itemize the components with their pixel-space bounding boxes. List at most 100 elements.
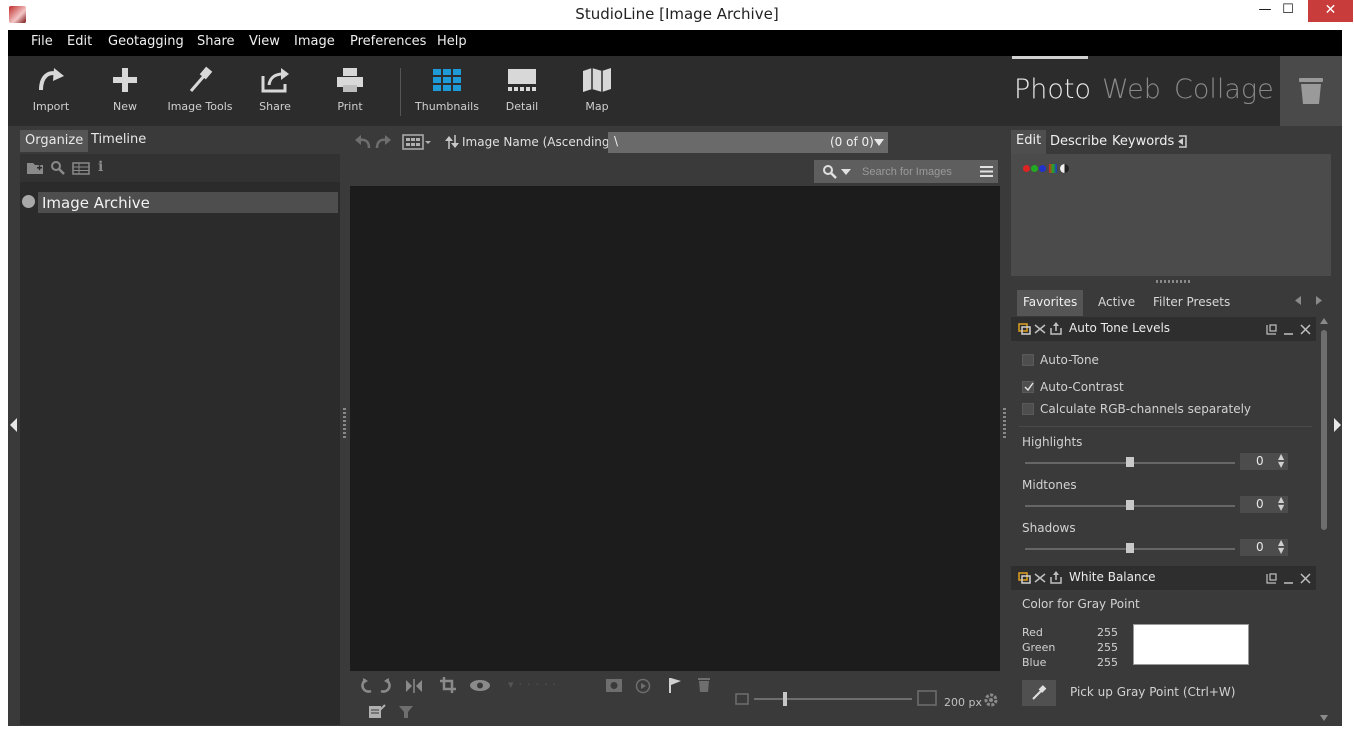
- chevron-down-icon[interactable]: [841, 169, 851, 175]
- filter-icon[interactable]: [399, 705, 413, 719]
- menu-file[interactable]: File: [31, 34, 53, 49]
- pickup-gray-point-button[interactable]: [1022, 680, 1056, 706]
- menu-edit[interactable]: Edit: [67, 34, 92, 49]
- mode-tab-collage[interactable]: Collage: [1174, 74, 1274, 105]
- resize-grip[interactable]: [1156, 280, 1190, 283]
- right-splitter-handle[interactable]: [1003, 408, 1006, 438]
- green-channel-icon[interactable]: [1031, 165, 1038, 172]
- scroll-down-icon[interactable]: [1320, 715, 1328, 721]
- new-button[interactable]: New: [90, 62, 160, 120]
- favorite-toggle-icon[interactable]: [1018, 572, 1031, 584]
- flip-icon[interactable]: [405, 679, 423, 693]
- maximize-button[interactable]: ☐: [1273, 0, 1303, 22]
- tab-keywords[interactable]: Keywords: [1112, 134, 1174, 149]
- search-icon[interactable]: [50, 160, 65, 175]
- favorite-toggle-icon[interactable]: [1018, 323, 1031, 335]
- hamburger-menu-icon[interactable]: [980, 166, 993, 177]
- info-icon[interactable]: i: [98, 159, 103, 175]
- delete-icon[interactable]: [697, 677, 711, 693]
- left-splitter-handle[interactable]: [343, 408, 346, 438]
- spinner-arrows-icon[interactable]: ▲ ▼: [1278, 453, 1284, 469]
- import-button[interactable]: Import: [16, 62, 86, 120]
- rotate-left-icon[interactable]: [358, 678, 374, 694]
- shadows-value-field[interactable]: 0 ▲ ▼: [1240, 539, 1288, 556]
- expand-filter-icon[interactable]: [1266, 324, 1277, 335]
- mode-tab-web[interactable]: Web: [1102, 74, 1161, 105]
- path-dropdown[interactable]: \ (0 of 0): [608, 132, 888, 153]
- minimize-filter-icon[interactable]: [1283, 324, 1294, 335]
- auto-tone-checkbox[interactable]: [1022, 354, 1034, 366]
- sort-icon[interactable]: [444, 134, 460, 150]
- map-button[interactable]: Map: [562, 62, 632, 120]
- flag-icon[interactable]: [668, 677, 682, 693]
- small-thumbnail-icon[interactable]: [735, 693, 749, 705]
- rgb-icon[interactable]: [1049, 164, 1057, 173]
- thumbnails-button[interactable]: Thumbnails: [412, 62, 482, 120]
- undo-icon[interactable]: [354, 134, 372, 150]
- detail-button[interactable]: Detail: [487, 62, 557, 120]
- menu-view[interactable]: View: [249, 34, 280, 49]
- edit-description-icon[interactable]: [368, 704, 386, 719]
- highlights-value-field[interactable]: 0 ▲ ▼: [1240, 453, 1288, 470]
- mode-tab-photo[interactable]: Photo: [1014, 74, 1091, 105]
- sort-order-label[interactable]: Image Name (Ascending): [462, 135, 614, 149]
- tab-favorites[interactable]: Favorites: [1017, 290, 1084, 316]
- thumbnail-size-slider-thumb[interactable]: [783, 692, 787, 706]
- tab-describe[interactable]: Describe: [1050, 134, 1107, 149]
- midtones-slider-thumb[interactable]: [1126, 500, 1134, 510]
- auto-contrast-checkbox[interactable]: [1022, 381, 1034, 393]
- scroll-left-icon[interactable]: [1295, 296, 1301, 305]
- reset-filter-icon[interactable]: [1034, 323, 1046, 335]
- tab-edit[interactable]: Edit: [1011, 130, 1047, 154]
- scroll-up-icon[interactable]: [1320, 318, 1328, 324]
- large-thumbnail-icon[interactable]: [917, 690, 937, 706]
- apply-filter-icon[interactable]: [1050, 571, 1062, 584]
- tab-timeline[interactable]: Timeline: [86, 132, 151, 154]
- luminance-icon[interactable]: [1060, 164, 1069, 173]
- calc-rgb-checkbox[interactable]: [1022, 403, 1034, 415]
- eye-icon[interactable]: [469, 679, 491, 692]
- apply-filter-icon[interactable]: [1050, 322, 1062, 335]
- rotate-right-icon[interactable]: [378, 678, 394, 694]
- midtones-value-field[interactable]: 0 ▲ ▼: [1240, 496, 1288, 513]
- menu-geotagging[interactable]: Geotagging: [108, 34, 184, 49]
- new-folder-icon[interactable]: [26, 161, 44, 175]
- collapse-left-arrow-icon[interactable]: [10, 418, 17, 432]
- view-mode-dropdown-icon[interactable]: [402, 133, 432, 151]
- blue-channel-icon[interactable]: [1039, 165, 1046, 172]
- detach-panel-icon[interactable]: [1177, 135, 1189, 148]
- filter-scrollbar[interactable]: [1319, 318, 1329, 723]
- print-button[interactable]: Print: [315, 62, 385, 120]
- red-channel-icon[interactable]: [1023, 165, 1030, 172]
- menu-preferences[interactable]: Preferences: [350, 34, 426, 49]
- crop-icon[interactable]: [440, 677, 456, 693]
- menu-share[interactable]: Share: [197, 34, 235, 49]
- menu-help[interactable]: Help: [437, 34, 467, 49]
- minimize-filter-icon[interactable]: [1283, 573, 1294, 584]
- thumbnail-size-slider[interactable]: [754, 698, 912, 700]
- shadows-slider-thumb[interactable]: [1126, 543, 1134, 553]
- close-filter-icon[interactable]: [1300, 573, 1311, 584]
- table-view-icon[interactable]: [72, 162, 90, 175]
- tab-active[interactable]: Active: [1098, 295, 1135, 309]
- slideshow-icon[interactable]: [605, 678, 623, 693]
- collapse-right-arrow-icon[interactable]: [1334, 418, 1341, 432]
- gear-icon[interactable]: [983, 692, 999, 708]
- trash-button[interactable]: [1280, 56, 1342, 126]
- image-tools-button[interactable]: Image Tools: [165, 62, 235, 120]
- close-filter-icon[interactable]: [1300, 324, 1311, 335]
- spinner-arrows-icon[interactable]: ▲ ▼: [1278, 496, 1284, 512]
- tab-organize[interactable]: Organize: [20, 130, 89, 152]
- search-icon[interactable]: [822, 164, 837, 179]
- search-input[interactable]: [862, 162, 972, 181]
- scroll-right-icon[interactable]: [1316, 296, 1322, 305]
- play-icon[interactable]: [635, 678, 651, 694]
- tab-filter-presets[interactable]: Filter Presets: [1153, 295, 1230, 309]
- redo-icon[interactable]: [374, 134, 392, 150]
- spinner-arrows-icon[interactable]: ▲ ▼: [1278, 539, 1284, 555]
- close-button[interactable]: ✕: [1308, 0, 1353, 22]
- menu-image[interactable]: Image: [294, 34, 335, 49]
- reset-filter-icon[interactable]: [1034, 572, 1046, 584]
- highlights-slider-thumb[interactable]: [1126, 457, 1134, 467]
- expand-filter-icon[interactable]: [1266, 573, 1277, 584]
